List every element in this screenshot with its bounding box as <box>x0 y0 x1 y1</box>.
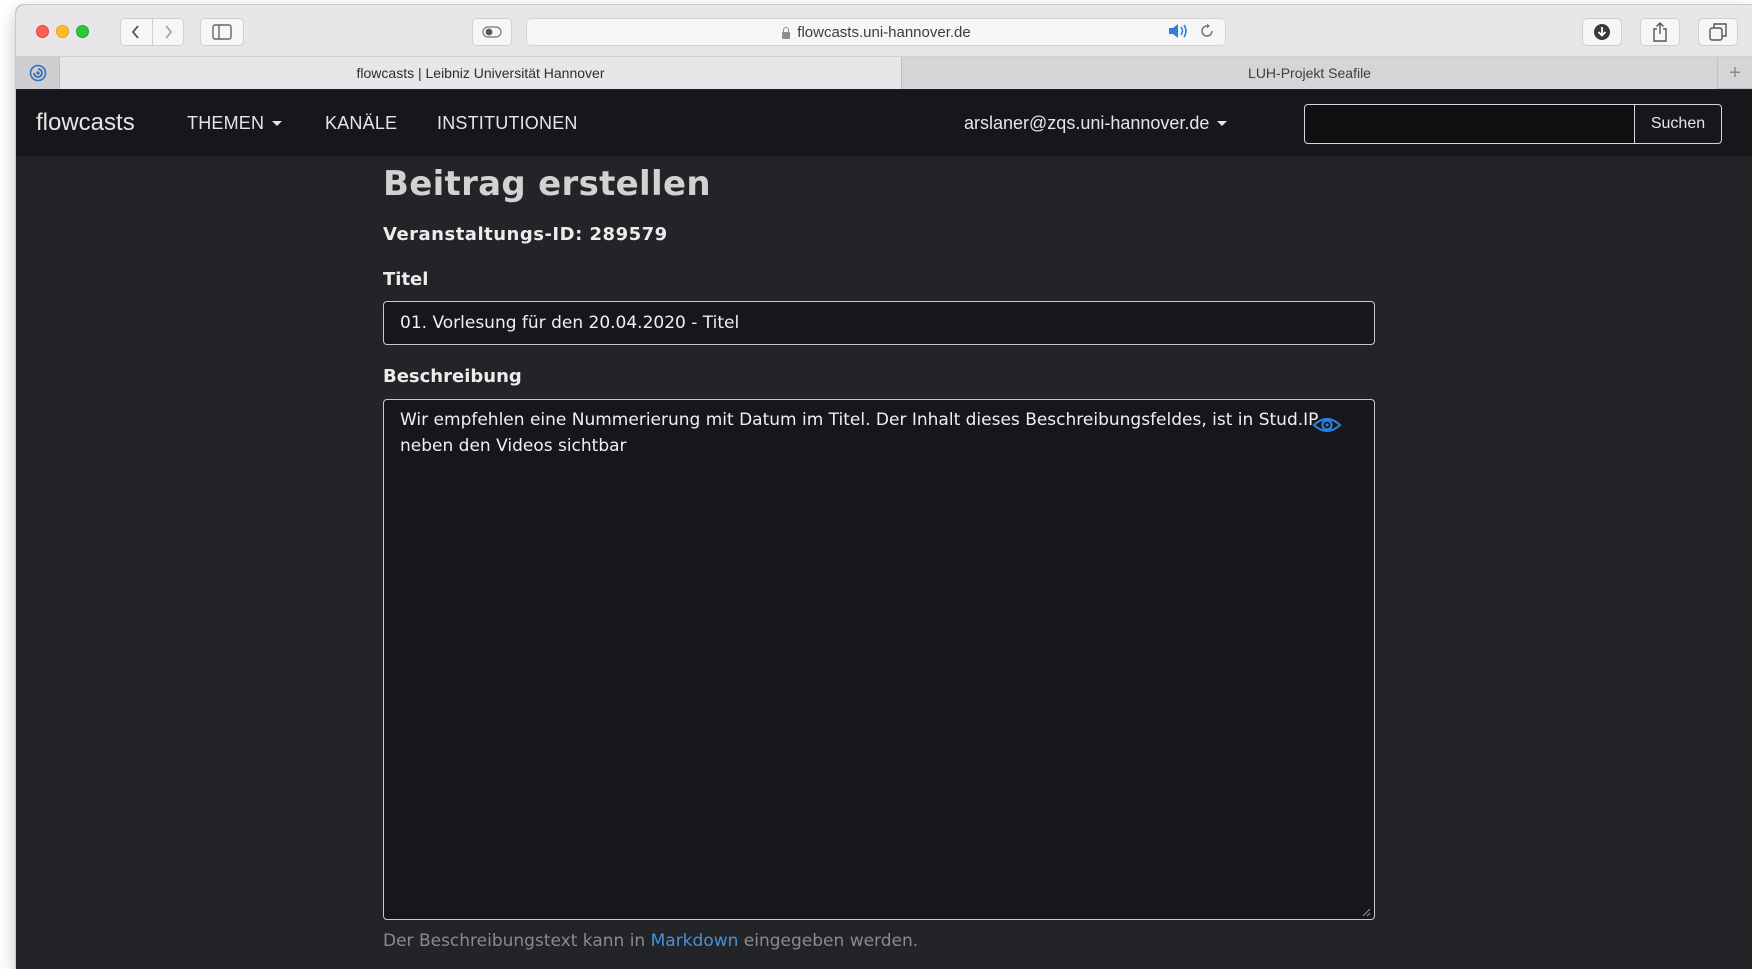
zoom-window-button[interactable] <box>76 25 89 38</box>
nav-item-institutionen[interactable]: INSTITUTIONEN <box>437 113 578 134</box>
history-nav <box>120 18 184 46</box>
search-input[interactable] <box>1304 104 1635 144</box>
description-textarea[interactable]: Wir empfehlen eine Nummerierung mit Datu… <box>383 399 1375 920</box>
user-menu[interactable]: arslaner@zqs.uni-hannover.de <box>964 113 1228 134</box>
address-bar[interactable]: flowcasts.uni-hannover.de <box>526 18 1226 46</box>
tab-label: flowcasts | Leibniz Universität Hannover <box>356 65 605 81</box>
web-page: flowcasts THEMEN KANÄLE INSTITUTIONEN ar… <box>16 90 1752 969</box>
caret-down-icon <box>1217 121 1228 126</box>
share-icon <box>1653 22 1667 42</box>
plus-icon: + <box>1729 61 1741 84</box>
new-tab-button[interactable]: + <box>1717 57 1752 89</box>
tab-bar: flowcasts | Leibniz Universität Hannover… <box>16 57 1752 89</box>
nav-item-label: THEMEN <box>187 113 265 133</box>
share-button[interactable] <box>1640 18 1680 46</box>
speaker-icon[interactable] <box>1167 23 1189 39</box>
address-bar-actions <box>1167 23 1215 39</box>
back-button[interactable] <box>121 19 152 45</box>
tab-label: LUH-Projekt Seafile <box>1248 65 1371 81</box>
user-email: arslaner@zqs.uni-hannover.de <box>964 113 1210 133</box>
eye-icon[interactable] <box>1312 414 1342 436</box>
markdown-link[interactable]: Markdown <box>651 931 739 951</box>
browser-window: flowcasts.uni-hannover.de flowcasts | Le… <box>16 5 1752 969</box>
resize-handle-icon[interactable] <box>1361 907 1371 917</box>
reader-toggle-button[interactable] <box>472 18 512 46</box>
help-text: Der Beschreibungstext kann in Markdown e… <box>383 931 918 951</box>
reload-icon[interactable] <box>1199 23 1215 39</box>
help-text-prefix: Der Beschreibungstext kann in <box>383 931 651 951</box>
caret-down-icon <box>272 121 283 126</box>
chevron-left-icon <box>132 25 140 39</box>
tabs-overview-icon <box>1709 23 1727 41</box>
chevron-right-icon <box>165 25 173 39</box>
browser-toolbar: flowcasts.uni-hannover.de <box>16 5 1752 57</box>
search-button[interactable]: Suchen <box>1634 104 1722 144</box>
pinned-site-icon <box>29 64 46 82</box>
forward-button[interactable] <box>151 19 183 45</box>
page-title: Beitrag erstellen <box>383 164 711 204</box>
sidebar-toggle-button[interactable] <box>200 18 244 46</box>
title-input[interactable] <box>383 301 1375 345</box>
show-tabs-button[interactable] <box>1698 18 1738 46</box>
title-label: Titel <box>383 269 429 290</box>
lock-icon <box>781 27 791 39</box>
sidebar-icon <box>212 24 232 40</box>
brand-logo[interactable]: flowcasts <box>36 109 135 137</box>
nav-item-themen[interactable]: THEMEN <box>187 113 283 134</box>
download-icon <box>1594 24 1610 40</box>
toggle-icon <box>482 26 502 38</box>
help-text-suffix: eingegeben werden. <box>738 931 919 951</box>
url-text: flowcasts.uni-hannover.de <box>797 23 971 41</box>
pinned-tab[interactable] <box>16 57 60 89</box>
site-navbar: flowcasts THEMEN KANÄLE INSTITUTIONEN ar… <box>16 90 1752 156</box>
tab-flowcasts[interactable]: flowcasts | Leibniz Universität Hannover <box>60 57 902 89</box>
description-label: Beschreibung <box>383 366 522 387</box>
downloads-button[interactable] <box>1582 18 1622 46</box>
tab-seafile[interactable]: LUH-Projekt Seafile <box>902 57 1717 89</box>
event-id: Veranstaltungs-ID: 289579 <box>383 224 668 245</box>
nav-item-kanaele[interactable]: KANÄLE <box>325 113 397 134</box>
minimize-window-button[interactable] <box>56 25 69 38</box>
close-window-button[interactable] <box>36 25 49 38</box>
